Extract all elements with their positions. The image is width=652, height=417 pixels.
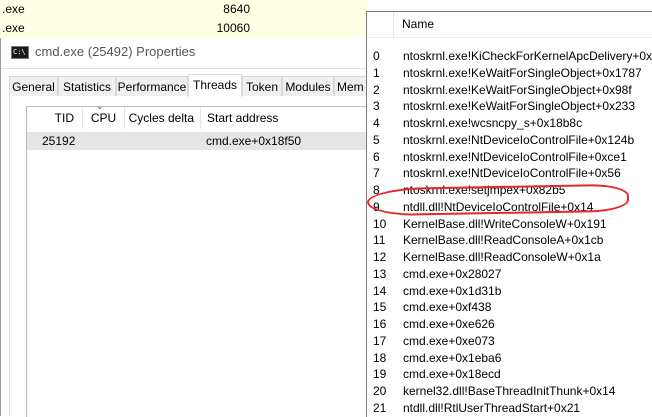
frame-index: 3 xyxy=(373,99,380,114)
process-value: 10060 xyxy=(216,21,250,35)
tab-performance[interactable]: Performance xyxy=(116,76,188,96)
list-item[interactable]: 4 ntoskrnl.exe!wcsncpy_s+0x18b8c xyxy=(367,115,652,132)
frame-function: cmd.exe+0x1eba6 xyxy=(403,350,502,365)
frame-index: 14 xyxy=(373,283,387,298)
column-header-tid[interactable]: TID xyxy=(27,107,83,129)
tab-statistics[interactable]: Statistics xyxy=(58,76,116,96)
tab-strip: General Statistics Performance Threads T… xyxy=(9,74,369,97)
list-item[interactable]: 17 cmd.exe+0xe073 xyxy=(367,333,652,350)
frame-function: ntoskrnl.exe!NtDeviceIoControlFile+0xce1 xyxy=(403,149,627,164)
stack-list-header: Name xyxy=(367,12,652,38)
frame-index: 10 xyxy=(373,216,387,231)
tab-token[interactable]: Token xyxy=(242,76,282,96)
list-item[interactable]: 5 ntoskrnl.exe!NtDeviceIoControlFile+0x12… xyxy=(367,132,652,149)
thread-stack-window: Name 0 ntoskrnl.exe!KiCheckForKernelApcDe… xyxy=(366,11,652,417)
column-header-cycles-delta[interactable]: Cycles delta xyxy=(125,107,201,129)
list-item[interactable]: 9 ntdll.dll!NtDeviceIoControlFile+0x14 xyxy=(367,199,652,216)
list-item[interactable]: 1 ntoskrnl.exe!KeWaitForSingleObject+0x17… xyxy=(367,65,652,82)
frame-function: ntdll.dll!NtDeviceIoControlFile+0x14 xyxy=(403,199,594,214)
frame-index: 5 xyxy=(373,132,380,147)
process-row[interactable]: .exe 10060 xyxy=(0,19,368,38)
frame-function: ntdll.dll!RtlUserThreadStart+0x21 xyxy=(403,400,581,415)
list-item[interactable]: 21 ntdll.dll!RtlUserThreadStart+0x21 xyxy=(367,400,652,417)
frame-index: 1 xyxy=(373,65,380,80)
frame-index: 13 xyxy=(373,266,387,281)
frame-index: 8 xyxy=(373,183,380,197)
frame-function: cmd.exe+0xf438 xyxy=(403,300,492,315)
frame-index: 6 xyxy=(373,149,380,164)
frame-function: ntoskrnl.exe!setjmpex+0x82b5 xyxy=(403,183,566,197)
frame-index: 2 xyxy=(373,82,380,97)
thread-list[interactable]: TID CPU Cycles delta Start address ⌄ 251… xyxy=(26,101,371,417)
table-row[interactable]: 25192 cmd.exe+0x18f50 xyxy=(27,132,371,150)
frame-index: 20 xyxy=(373,384,387,398)
cmd-app-icon: C:\ xyxy=(11,46,29,59)
list-item[interactable]: 12 KernelBase.dll!ReadConsoleW+0x1a xyxy=(367,249,652,266)
sort-descending-icon: ⌄ xyxy=(96,101,104,111)
tab-modules[interactable]: Modules xyxy=(282,76,334,96)
frame-function: ntoskrnl.exe!KiCheckForKernelApcDelivery… xyxy=(403,49,652,63)
process-row[interactable]: .exe 8640 xyxy=(0,0,368,19)
column-header-start-address[interactable]: Start address xyxy=(201,107,371,129)
frame-index: 12 xyxy=(373,250,387,264)
window-title: cmd.exe (25492) Properties xyxy=(35,44,196,59)
frame-function: cmd.exe+0xe626 xyxy=(403,317,495,331)
list-item[interactable]: 20 kernel32.dll!BaseThreadInitThunk+0x14 xyxy=(367,383,652,400)
frame-function: cmd.exe+0x18ecd xyxy=(403,367,501,382)
frame-index: 4 xyxy=(373,116,380,130)
process-value: 8640 xyxy=(223,2,250,16)
frame-index: 15 xyxy=(373,300,387,315)
list-item[interactable]: 11 KernelBase.dll!ReadConsoleA+0x1cb xyxy=(367,232,652,249)
frame-function: KernelBase.dll!ReadConsoleA+0x1cb xyxy=(403,233,604,248)
frame-function: KernelBase.dll!WriteConsoleW+0x191 xyxy=(403,216,607,231)
threads-panel: TID CPU Cycles delta Start address ⌄ 251… xyxy=(9,96,371,417)
frame-index: 11 xyxy=(373,233,386,248)
frame-function: ntoskrnl.exe!KeWaitForSingleObject+0x233 xyxy=(403,99,636,114)
list-item[interactable]: 15 cmd.exe+0xf438 xyxy=(367,299,652,316)
column-header-name[interactable]: Name xyxy=(393,12,434,37)
frame-function: ntoskrnl.exe!NtDeviceIoControlFile+0x56 xyxy=(403,166,621,181)
frame-function: ntoskrnl.exe!NtDeviceIoControlFile+0x124… xyxy=(403,132,635,147)
list-item[interactable]: 16 cmd.exe+0xe626 xyxy=(367,316,652,333)
list-item[interactable]: 6 ntoskrnl.exe!NtDeviceIoControlFile+0xce… xyxy=(367,149,652,166)
list-item[interactable]: 3 ntoskrnl.exe!KeWaitForSingleObject+0x23… xyxy=(367,98,652,115)
list-item[interactable]: 8 ntoskrnl.exe!setjmpex+0x82b5 xyxy=(367,182,652,199)
list-item[interactable]: 13 cmd.exe+0x28027 xyxy=(367,266,652,283)
process-name: .exe xyxy=(2,21,25,35)
list-item[interactable]: 10 KernelBase.dll!WriteConsoleW+0x191 xyxy=(367,216,652,233)
frame-function: ntoskrnl.exe!KeWaitForSingleObject+0x178… xyxy=(403,65,642,80)
frame-function: cmd.exe+0x28027 xyxy=(403,266,502,281)
process-name: .exe xyxy=(2,2,25,16)
list-item[interactable]: 2 ntoskrnl.exe!KeWaitForSingleObject+0x98… xyxy=(367,82,652,99)
frame-function: ntoskrnl.exe!wcsncpy_s+0x18b8c xyxy=(403,116,583,130)
frame-index: 0 xyxy=(373,49,380,63)
thread-tid: 25192 xyxy=(42,134,76,148)
frame-index: 9 xyxy=(373,199,380,214)
frame-function: cmd.exe+0x1d31b xyxy=(403,283,502,298)
column-header-cpu[interactable]: CPU xyxy=(83,107,125,129)
frame-index: 19 xyxy=(373,367,387,382)
frame-function: ntoskrnl.exe!KeWaitForSingleObject+0x98f xyxy=(403,82,632,97)
background-process-list: .exe 8640 .exe 10060 xyxy=(0,0,368,39)
list-item[interactable]: 19 cmd.exe+0x18ecd xyxy=(367,366,652,383)
thread-list-header: TID CPU Cycles delta Start address ⌄ xyxy=(27,101,371,129)
list-item[interactable]: 7 ntoskrnl.exe!NtDeviceIoControlFile+0x56 xyxy=(367,165,652,182)
list-item[interactable]: 0 ntoskrnl.exe!KiCheckForKernelApcDeliver… xyxy=(367,48,652,65)
frame-function: KernelBase.dll!ReadConsoleW+0x1a xyxy=(403,250,601,264)
frame-index: 17 xyxy=(373,333,387,348)
frame-index: 21 xyxy=(373,400,387,415)
tab-memory[interactable]: Mem xyxy=(334,76,369,96)
tab-general[interactable]: General xyxy=(9,76,58,96)
frame-function: cmd.exe+0xe073 xyxy=(403,333,495,348)
thread-start-address: cmd.exe+0x18f50 xyxy=(206,134,302,148)
list-item[interactable]: 18 cmd.exe+0x1eba6 xyxy=(367,350,652,367)
tab-threads[interactable]: Threads xyxy=(188,74,242,97)
title-bar[interactable]: C:\ cmd.exe (25492) Properties xyxy=(1,38,369,69)
list-item[interactable]: 14 cmd.exe+0x1d31b xyxy=(367,283,652,300)
frame-index: 7 xyxy=(373,166,380,181)
frame-index: 16 xyxy=(373,317,387,331)
properties-window: C:\ cmd.exe (25492) Properties General S… xyxy=(0,38,371,417)
frame-function: kernel32.dll!BaseThreadInitThunk+0x14 xyxy=(403,384,616,398)
frame-index: 18 xyxy=(373,350,387,365)
